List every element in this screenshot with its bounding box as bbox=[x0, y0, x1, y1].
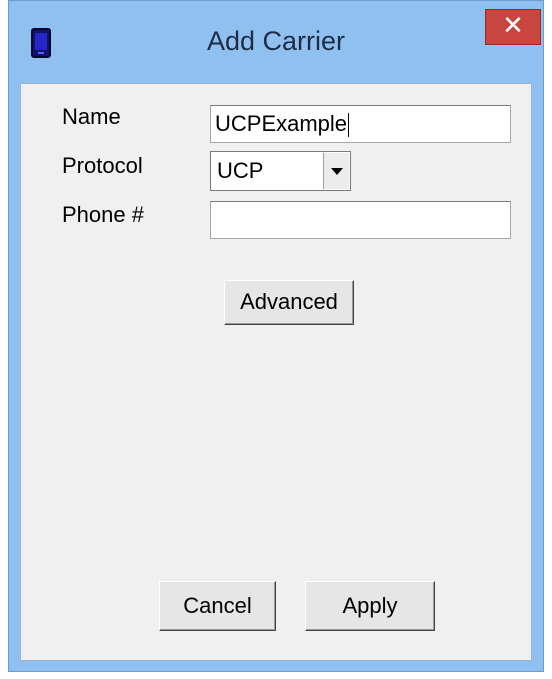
phone-label: Phone # bbox=[62, 202, 144, 227]
phone-input[interactable] bbox=[210, 201, 511, 239]
add-carrier-window: Add Carrier ✕ Name UCPExample Protocol U… bbox=[8, 0, 544, 672]
close-button[interactable]: ✕ bbox=[485, 9, 541, 45]
protocol-select[interactable]: UCP bbox=[210, 151, 351, 191]
close-icon: ✕ bbox=[502, 11, 524, 41]
protocol-select-value: UCP bbox=[217, 158, 264, 183]
window-title: Add Carrier bbox=[206, 26, 346, 56]
protocol-label: Protocol bbox=[62, 153, 143, 178]
title-bar[interactable]: Add Carrier ✕ bbox=[9, 1, 543, 83]
cancel-button[interactable]: Cancel bbox=[159, 581, 276, 631]
name-input-value: UCPExample bbox=[215, 111, 348, 136]
dialog-body: Name UCPExample Protocol UCP Phone # Adv… bbox=[20, 83, 532, 661]
apply-button[interactable]: Apply bbox=[305, 581, 435, 631]
advanced-button[interactable]: Advanced bbox=[224, 280, 354, 325]
chevron-down-icon[interactable] bbox=[323, 153, 349, 189]
name-label: Name bbox=[62, 104, 121, 129]
name-input[interactable]: UCPExample bbox=[210, 105, 511, 143]
text-caret bbox=[348, 113, 350, 138]
